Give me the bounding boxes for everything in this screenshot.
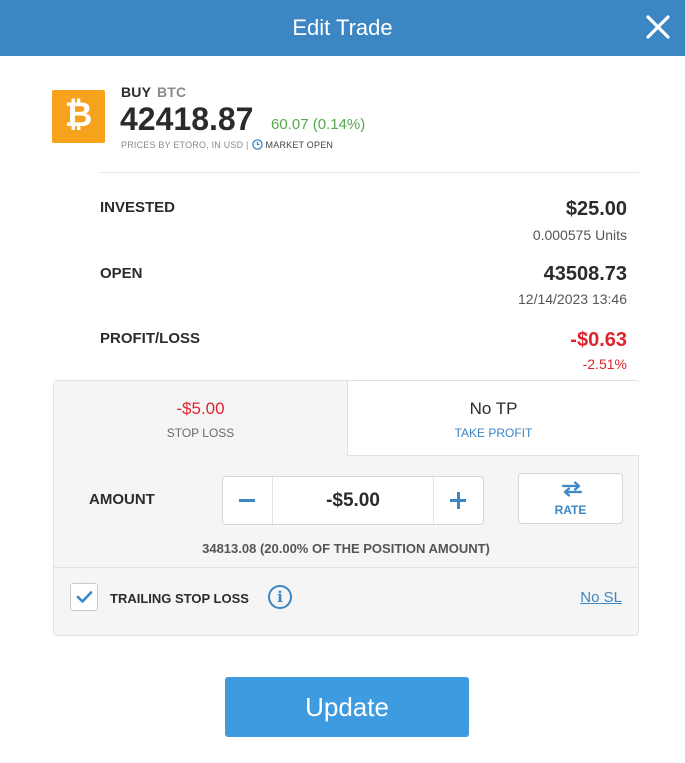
stop-loss-label: STOP LOSS [166,426,235,440]
bitcoin-icon: ₿ [52,90,105,143]
take-profit-value: No TP [469,399,518,418]
trailing-stop-loss-label: TRAILING STOP LOSS [110,591,249,606]
amount-stepper: -$5.00 [222,476,484,525]
order-settings-panel: -$5.00 STOP LOSS No TP TAKE PROFIT AMOUN… [53,380,639,636]
amount-label: AMOUNT [89,491,155,508]
action-label: BUY [121,84,151,100]
trailing-stop-loss-checkbox[interactable] [70,583,98,611]
divider [100,172,639,173]
position-amount-note: 34813.08 (20.00% OF THE POSITION AMOUNT) [202,541,490,556]
no-stop-loss-link[interactable]: No SL [580,589,622,606]
open-price: 43508.73 [543,263,627,285]
divider [54,567,638,568]
open-label: OPEN [100,265,143,282]
market-status: MARKET OPEN [265,139,334,150]
checkmark-icon [76,591,93,603]
take-profit-label: TAKE PROFIT [454,426,533,440]
rate-label: RATE [554,503,587,517]
asset-symbol: BTC [157,84,187,100]
clock-icon [251,139,263,150]
invested-units: 0.000575 Units [532,227,627,243]
profit-loss-value: -$0.63 [570,329,627,351]
trade-direction: BUY BTC [121,84,186,100]
current-price: 42418.87 [120,101,254,137]
invested-value: $25.00 [565,198,627,220]
close-icon[interactable] [641,10,675,44]
price-change: 60.07 (0.14%) [271,116,366,133]
update-button[interactable]: Update [225,677,469,737]
modal-header: Edit Trade [0,0,685,56]
open-date: 12/14/2023 13:46 [518,291,627,307]
profit-loss-label: PROFIT/LOSS [100,330,201,347]
increase-button[interactable] [433,477,483,524]
swap-arrows-icon [561,481,583,497]
rate-toggle-button[interactable]: RATE [518,473,623,524]
invested-label: INVESTED [100,199,176,216]
bitcoin-logo-glyph: ₿ [64,96,93,134]
tab-take-profit[interactable]: No TP TAKE PROFIT [347,381,639,456]
stop-loss-value: -$5.00 [176,399,225,418]
decrease-button[interactable] [223,477,273,524]
price-meta: PRICES BY ETORO, IN USD | MARKET OPEN [121,139,333,150]
info-icon[interactable]: i [268,585,292,609]
modal-title: Edit Trade [292,15,393,40]
profit-loss-percent: -2.51% [582,356,627,372]
amount-input[interactable]: -$5.00 [273,490,433,512]
prices-note: PRICES BY ETORO, IN USD | [121,139,249,150]
tab-stop-loss[interactable]: -$5.00 STOP LOSS [54,381,347,456]
